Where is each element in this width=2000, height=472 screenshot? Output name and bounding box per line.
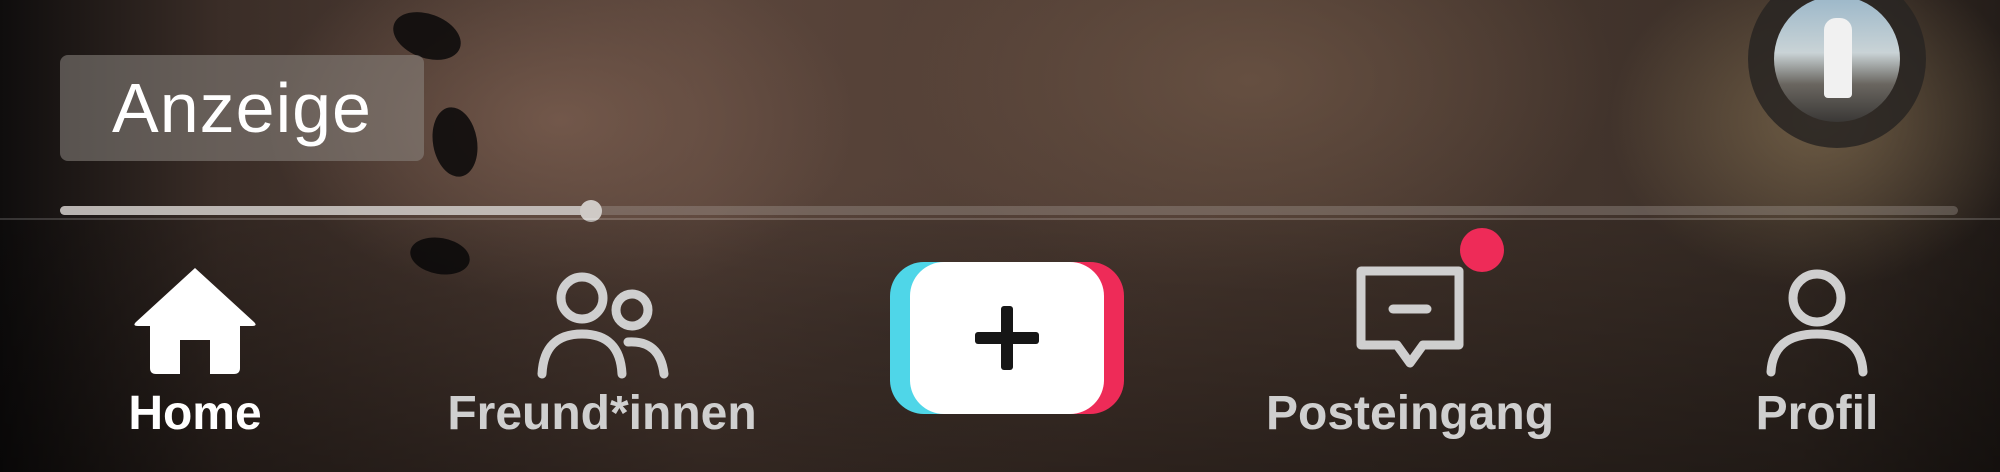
plus-icon xyxy=(975,306,1039,370)
home-icon xyxy=(125,250,265,390)
video-detail xyxy=(427,103,483,181)
friends-icon xyxy=(532,250,672,390)
inbox-notification-dot xyxy=(1460,228,1504,272)
ad-label: Anzeige xyxy=(112,69,372,147)
tab-home[interactable]: Home xyxy=(15,250,375,450)
video-progress-fill xyxy=(60,206,592,215)
avatar-figure xyxy=(1824,18,1852,98)
tab-friends[interactable]: Freund*innen xyxy=(422,250,782,450)
tab-profile[interactable]: Profil xyxy=(1637,250,1997,450)
create-button-face xyxy=(910,262,1104,414)
tab-inbox-label: Posteingang xyxy=(1265,387,1555,440)
profile-icon xyxy=(1747,250,1887,390)
tab-friends-label: Freund*innen xyxy=(447,387,757,440)
create-button[interactable] xyxy=(890,262,1124,414)
avatar xyxy=(1774,0,1900,122)
tab-inbox[interactable]: Posteingang xyxy=(1230,250,1590,450)
video-progress-bar[interactable] xyxy=(60,200,1958,222)
tab-home-label: Home xyxy=(128,387,262,440)
inbox-icon xyxy=(1340,250,1480,390)
tab-profile-label: Profil xyxy=(1755,387,1879,440)
ad-label-badge: Anzeige xyxy=(60,55,424,161)
